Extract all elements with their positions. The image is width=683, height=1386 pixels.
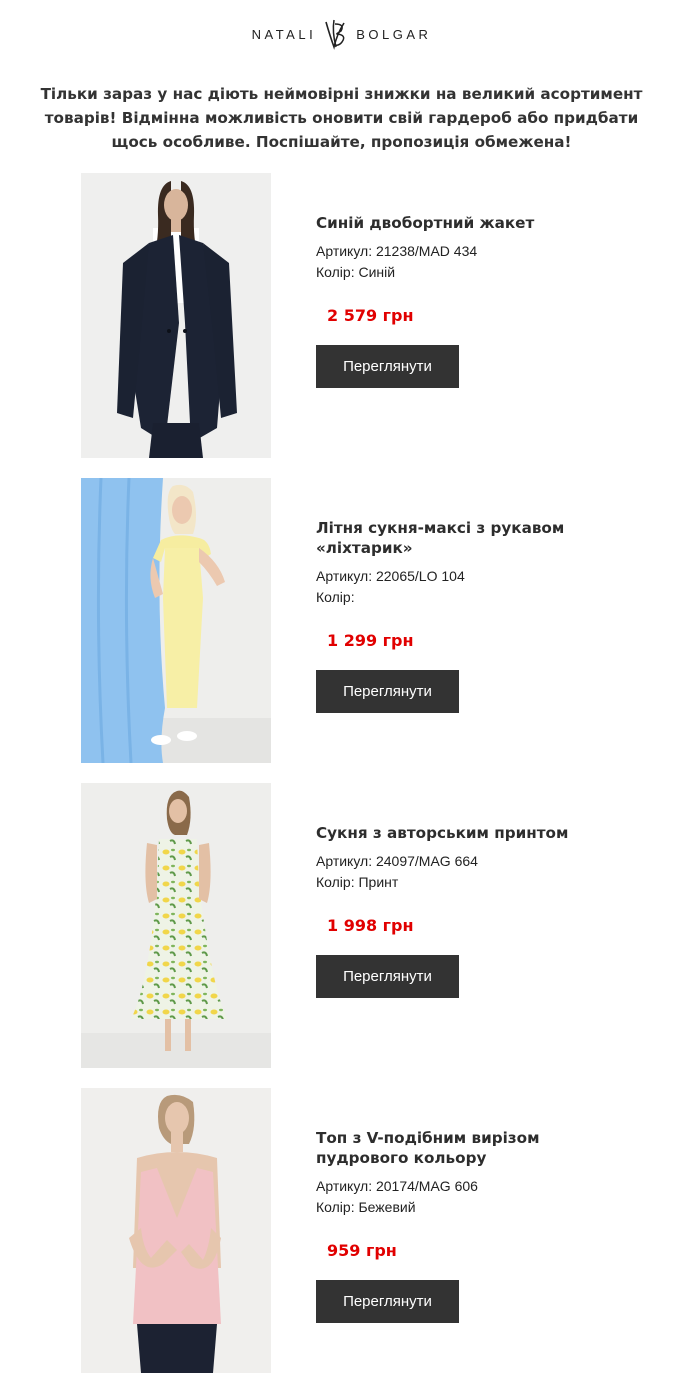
product-card: Синій двобортний жакет Артикул: 21238/MA… xyxy=(81,173,581,458)
product-meta: Артикул: 24097/MAG 664 Колір: Принт xyxy=(316,851,581,893)
product-photo-summer-dress xyxy=(81,478,271,763)
product-meta: Артикул: 21238/MAD 434 Колір: Синій xyxy=(316,241,581,283)
brand-logo[interactable]: NATALI BOLGAR xyxy=(0,18,683,50)
color-label: Колір: xyxy=(316,1199,355,1215)
article-value: 24097/MAG 664 xyxy=(375,853,478,869)
product-photo-vneck-top xyxy=(81,1088,271,1373)
product-price: 1 998 грн xyxy=(327,916,414,935)
article-label: Артикул: xyxy=(316,568,373,584)
product-card: Літня сукня-максі з рукавом «ліхтарик» А… xyxy=(81,478,581,763)
color-value: Бежевий xyxy=(358,1199,416,1215)
product-image[interactable] xyxy=(81,173,271,458)
product-image[interactable] xyxy=(81,783,271,1068)
product-photo-jacket xyxy=(81,173,271,458)
color-value: Синій xyxy=(358,264,396,280)
article-value: 21238/MAD 434 xyxy=(375,243,478,259)
product-title[interactable]: Літня сукня-максі з рукавом «ліхтарик» xyxy=(316,518,581,558)
product-card: Топ з V-подібним вирізом пудрового кольо… xyxy=(81,1088,581,1373)
product-image[interactable] xyxy=(81,1088,271,1373)
product-title[interactable]: Сукня з авторським принтом xyxy=(316,823,581,843)
color-label: Колір: xyxy=(316,874,355,890)
view-product-button[interactable]: Переглянути xyxy=(316,345,459,388)
article-label: Артикул: xyxy=(316,853,373,869)
color-label: Колір: xyxy=(316,264,355,280)
product-price: 959 грн xyxy=(327,1241,397,1260)
product-price: 1 299 грн xyxy=(327,631,414,650)
view-product-button[interactable]: Переглянути xyxy=(316,670,459,713)
article-value: 20174/MAG 606 xyxy=(375,1178,478,1194)
product-photo-print-dress xyxy=(81,783,271,1068)
logo-right-word: BOLGAR xyxy=(356,26,432,42)
product-price: 2 579 грн xyxy=(327,306,414,325)
article-value: 22065/LO 104 xyxy=(375,568,465,584)
logo-left-word: NATALI xyxy=(251,26,317,42)
product-title[interactable]: Топ з V-подібним вирізом пудрового кольо… xyxy=(316,1128,581,1168)
color-value: Принт xyxy=(358,874,399,890)
view-product-button[interactable]: Переглянути xyxy=(316,1280,459,1323)
logo-monogram-icon xyxy=(325,19,345,50)
promo-intro-text: Тільки зараз у нас діють неймовірні зниж… xyxy=(40,85,643,151)
product-card: Сукня з авторським принтом Артикул: 2409… xyxy=(81,783,581,1068)
view-product-button[interactable]: Переглянути xyxy=(316,955,459,998)
product-meta: Артикул: 20174/MAG 606 Колір: Бежевий xyxy=(316,1176,581,1218)
product-meta: Артикул: 22065/LO 104 Колір: xyxy=(316,566,581,608)
article-label: Артикул: xyxy=(316,1178,373,1194)
product-title[interactable]: Синій двобортний жакет xyxy=(316,213,581,233)
product-image[interactable] xyxy=(81,478,271,763)
color-label: Колір: xyxy=(316,589,355,605)
article-label: Артикул: xyxy=(316,243,373,259)
